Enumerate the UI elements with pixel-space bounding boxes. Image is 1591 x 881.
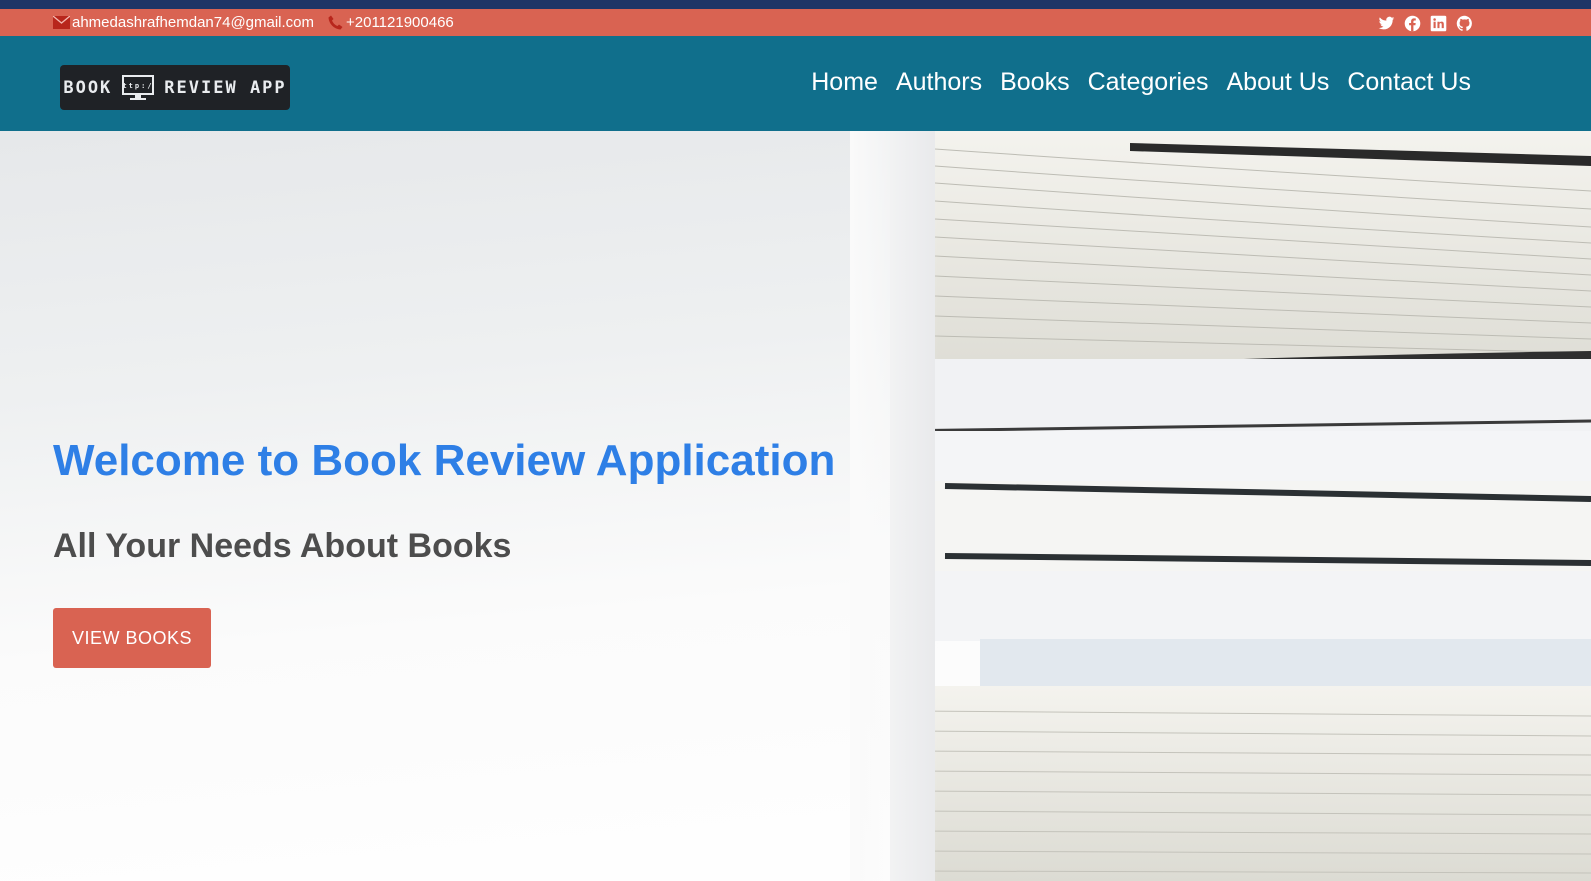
monitor-icon: http:// [122, 74, 155, 100]
nav-books[interactable]: Books [1000, 66, 1069, 98]
github-icon[interactable] [1456, 15, 1473, 32]
hero-subtitle: All Your Needs About Books [53, 527, 512, 565]
nav-home[interactable]: Home [811, 66, 878, 98]
phone-text: +201121900466 [346, 14, 454, 31]
books-stack-image [850, 131, 1591, 881]
hero-title: Welcome to Book Review Application [53, 436, 836, 485]
main-nav: Home Authors Books Categories About Us C… [811, 66, 1471, 98]
view-books-button[interactable]: VIEW BOOKS [53, 608, 211, 668]
email-contact[interactable]: ahmedashrafhemdan74@gmail.com [53, 14, 314, 31]
logo-text-review-app: REVIEW APP [164, 77, 287, 98]
email-text: ahmedashrafhemdan74@gmail.com [72, 14, 315, 31]
hero-section: Welcome to Book Review Application All Y… [0, 131, 1591, 881]
facebook-icon[interactable] [1404, 15, 1421, 32]
envelope-icon [53, 16, 70, 29]
nav-authors[interactable]: Authors [896, 66, 982, 98]
logo-screen-text: http:// [122, 82, 154, 90]
logo-text-book: BOOK [63, 77, 113, 98]
nav-categories[interactable]: Categories [1088, 66, 1209, 98]
nav-contact-us[interactable]: Contact Us [1347, 66, 1471, 98]
social-links [1378, 15, 1473, 32]
navbar: BOOK http:// REVIEW APP Home Authors Boo… [0, 36, 1591, 131]
phone-icon [328, 15, 343, 30]
top-strip [0, 0, 1591, 9]
phone-contact[interactable]: +201121900466 [328, 14, 454, 31]
linkedin-icon[interactable] [1430, 15, 1447, 32]
contact-bar: ahmedashrafhemdan74@gmail.com +201121900… [0, 9, 1591, 36]
nav-about-us[interactable]: About Us [1226, 66, 1329, 98]
logo[interactable]: BOOK http:// REVIEW APP [60, 65, 290, 110]
twitter-icon[interactable] [1378, 15, 1395, 32]
